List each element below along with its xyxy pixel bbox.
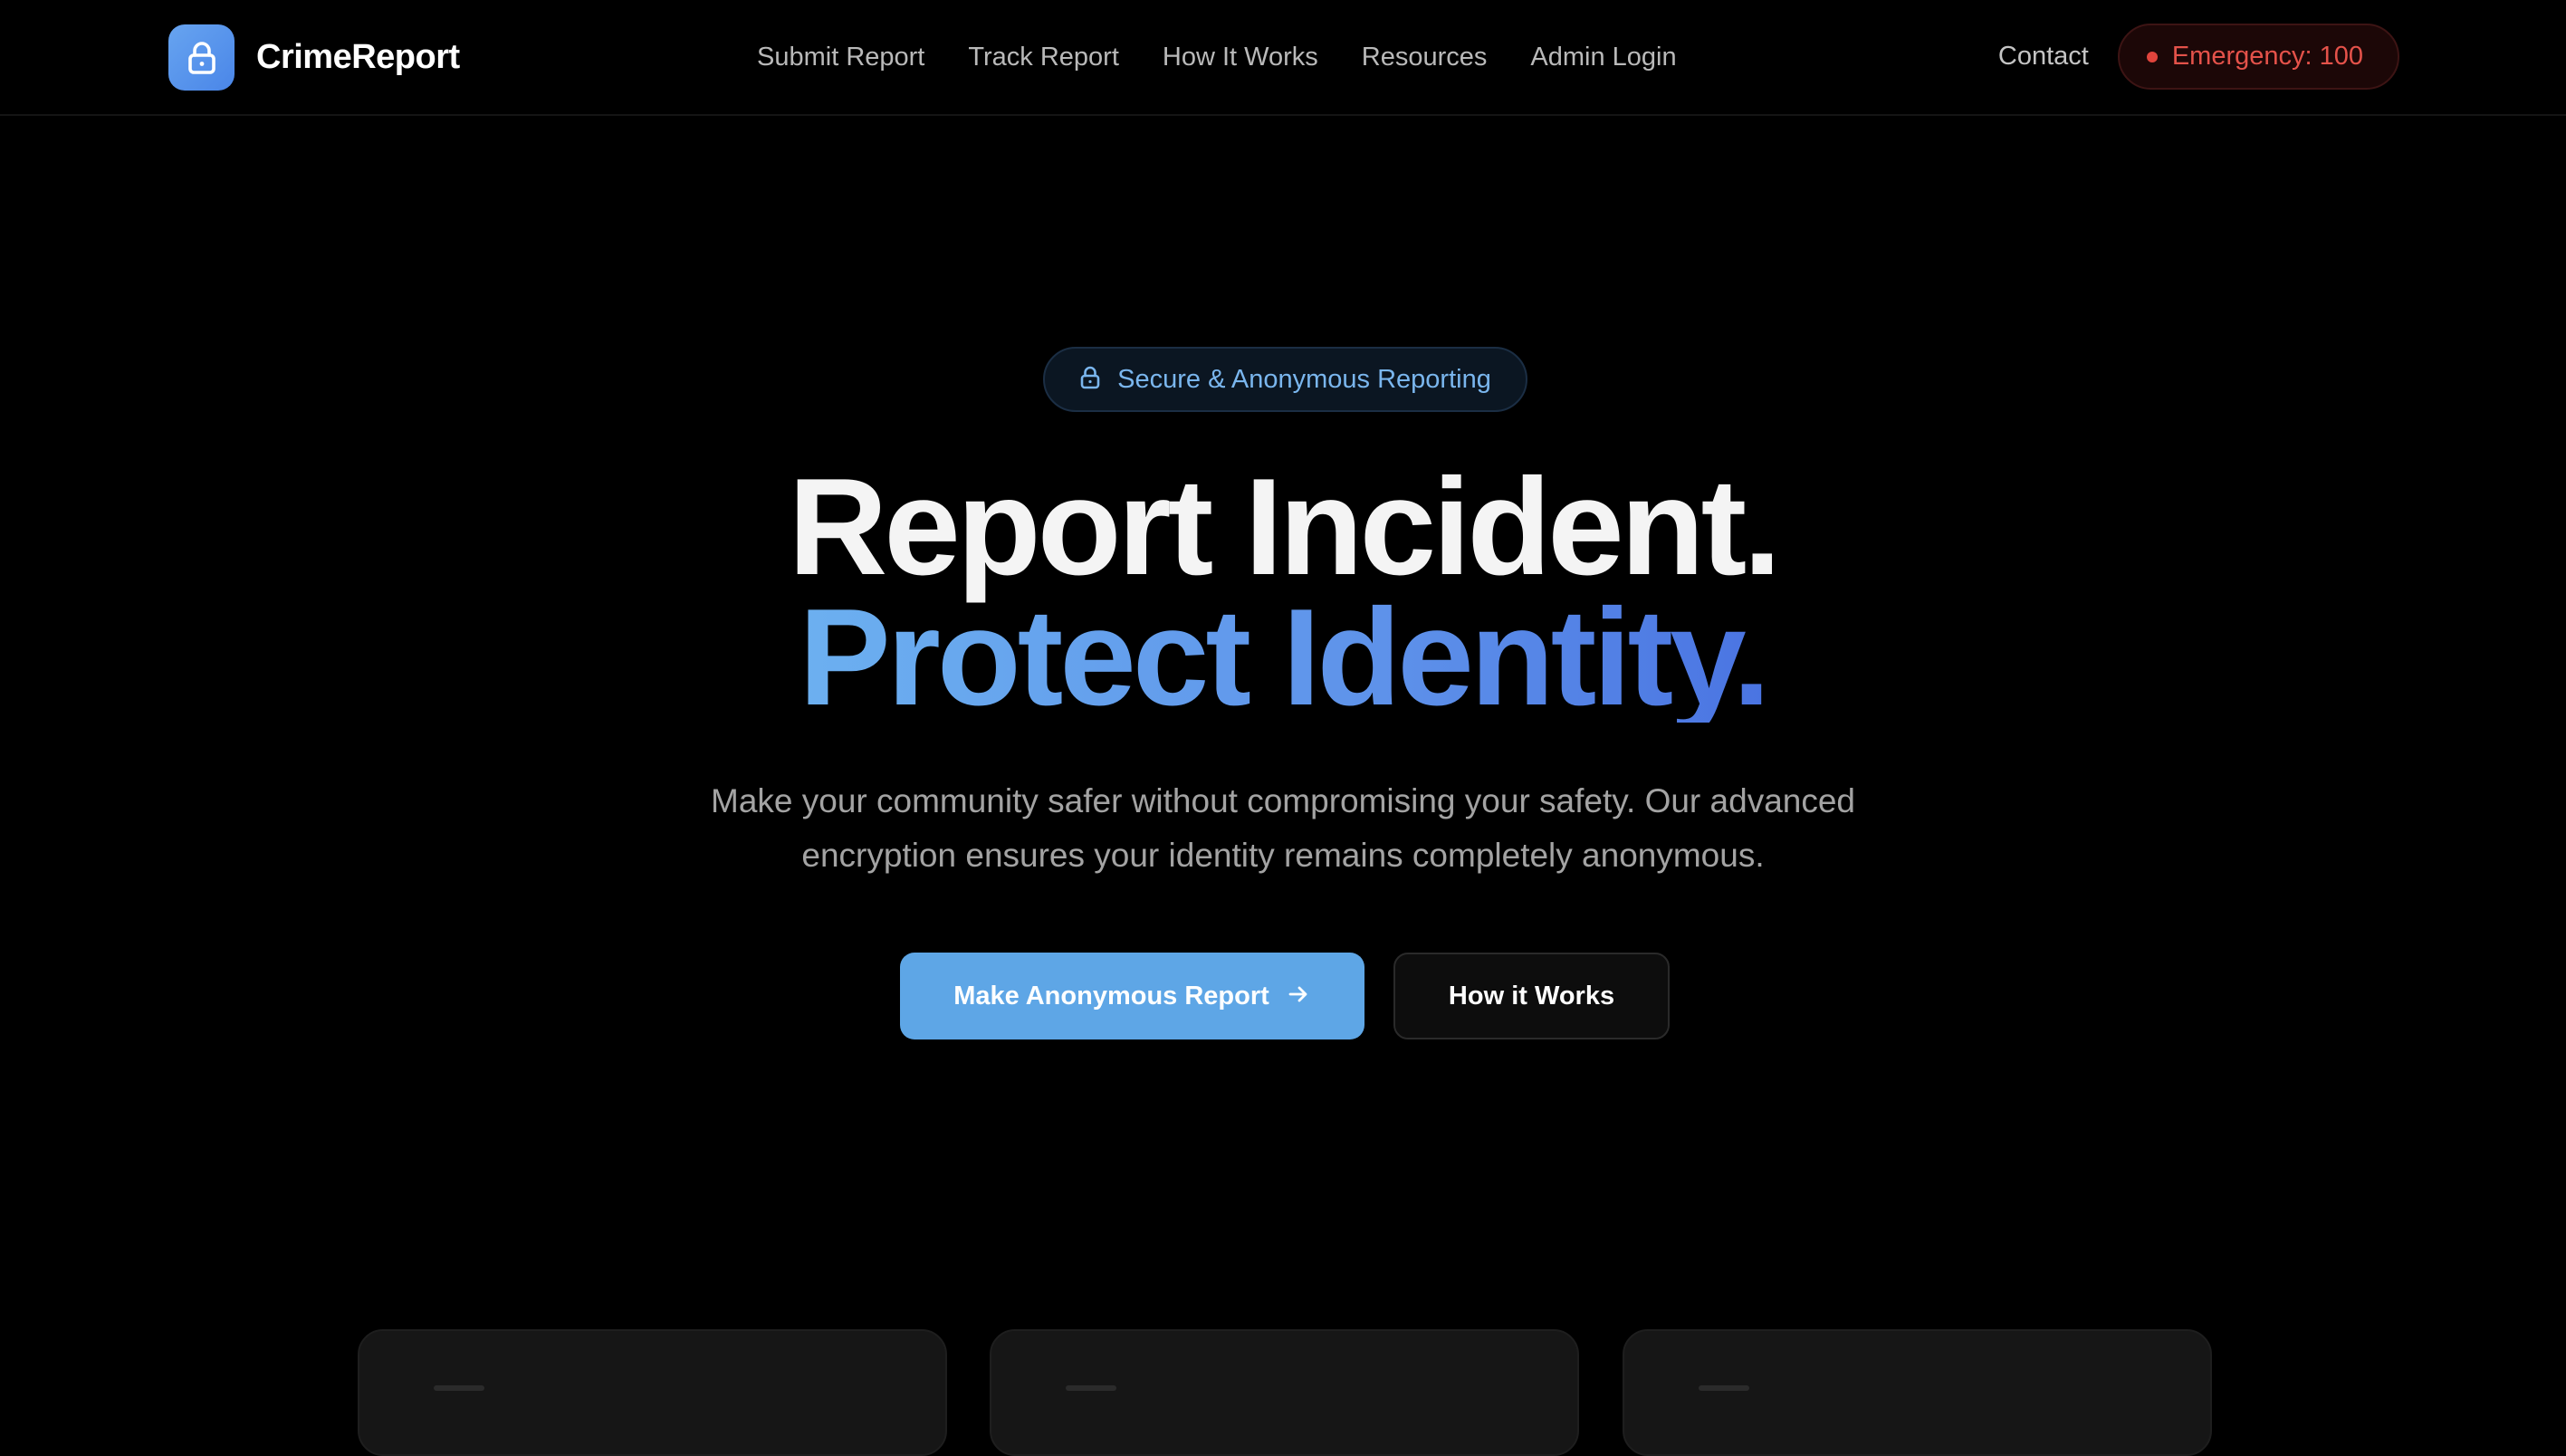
- nav-right-group: Contact Emergency: 100: [1998, 24, 2399, 90]
- emergency-label: Emergency: 100: [2171, 42, 2363, 71]
- nav-resources[interactable]: Resources: [1362, 43, 1488, 72]
- brand-name: CrimeReport: [256, 38, 460, 76]
- feature-card: [990, 1329, 1579, 1456]
- emergency-dot-icon: [2146, 51, 2158, 62]
- secure-badge: Secure & Anonymous Reporting: [1043, 347, 1527, 412]
- brand-home-link[interactable]: CrimeReport: [168, 24, 460, 91]
- secondary-cta-label: How it Works: [1448, 981, 1615, 1011]
- hero-subtitle-line-1: Make your community safer without compro…: [711, 782, 1855, 819]
- feature-card: [1623, 1329, 2212, 1456]
- hero-subtitle-line-2: encryption ensures your identity remains…: [801, 837, 1765, 874]
- lock-icon: [1079, 365, 1101, 395]
- nav-admin-login[interactable]: Admin Login: [1530, 43, 1676, 72]
- top-navbar: CrimeReport Submit Report Track Report H…: [0, 0, 2566, 116]
- hero-title-line-2: Protect Identity.: [799, 580, 1770, 734]
- feature-icon: [1699, 1385, 1749, 1391]
- hero-title: Report Incident. Protect Identity.: [0, 450, 2566, 734]
- badge-label: Secure & Anonymous Reporting: [1117, 364, 1491, 394]
- make-anonymous-report-button[interactable]: Make Anonymous Report: [900, 953, 1364, 1039]
- nav-track-report[interactable]: Track Report: [968, 43, 1119, 72]
- arrow-right-icon: [1286, 982, 1311, 1011]
- lock-icon: [168, 24, 235, 91]
- hero-subtitle: Make your community safer without compro…: [649, 774, 1917, 883]
- feature-card: [358, 1329, 947, 1456]
- feature-icon: [1066, 1385, 1116, 1391]
- contact-link[interactable]: Contact: [1998, 42, 2089, 72]
- nav-submit-report[interactable]: Submit Report: [757, 43, 924, 72]
- how-it-works-button[interactable]: How it Works: [1393, 953, 1670, 1039]
- main-nav: Submit Report Track Report How It Works …: [757, 0, 1677, 114]
- hero-title-line-1: Report Incident.: [788, 450, 1782, 604]
- primary-cta-label: Make Anonymous Report: [953, 981, 1269, 1011]
- emergency-button[interactable]: Emergency: 100: [2117, 24, 2399, 90]
- nav-how-it-works[interactable]: How It Works: [1163, 43, 1318, 72]
- feature-icon: [434, 1385, 484, 1391]
